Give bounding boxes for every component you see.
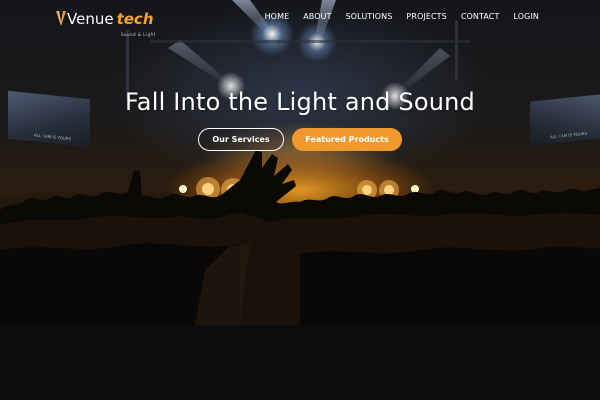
nav-home[interactable]: HOME	[265, 12, 290, 21]
hero-headline: Fall Into the Light and Sound	[125, 88, 475, 116]
top-navbar: Venue tech Sound & Light HOME ABOUT SOLUT…	[0, 0, 600, 37]
hero-cta-group: Our Services Featured Products	[0, 128, 600, 151]
brand-tagline: Sound & Light	[121, 32, 156, 37]
venue-v-logo-icon	[56, 11, 66, 26]
hero-section: ALL I AM IS YOURS ALL I AM IS YOURS Venu…	[0, 0, 600, 325]
brand-logo[interactable]: Venue tech Sound & Light	[56, 10, 155, 37]
nav-projects[interactable]: PROJECTS	[406, 12, 446, 21]
nav-solutions[interactable]: SOLUTIONS	[346, 12, 393, 21]
nav-about[interactable]: ABOUT	[303, 12, 331, 21]
crowd-silhouette	[0, 150, 600, 325]
brand-name-first: Venue	[67, 10, 114, 28]
brand-name: Venue tech Sound & Light	[67, 10, 155, 37]
nav-contact[interactable]: CONTACT	[461, 12, 500, 21]
our-services-button[interactable]: Our Services	[198, 128, 284, 151]
featured-products-button[interactable]: Featured Products	[292, 128, 402, 151]
nav-login[interactable]: LOGIN	[513, 12, 539, 21]
below-hero-section	[0, 325, 600, 400]
main-nav: HOME ABOUT SOLUTIONS PROJECTS CONTACT LO…	[251, 12, 539, 21]
